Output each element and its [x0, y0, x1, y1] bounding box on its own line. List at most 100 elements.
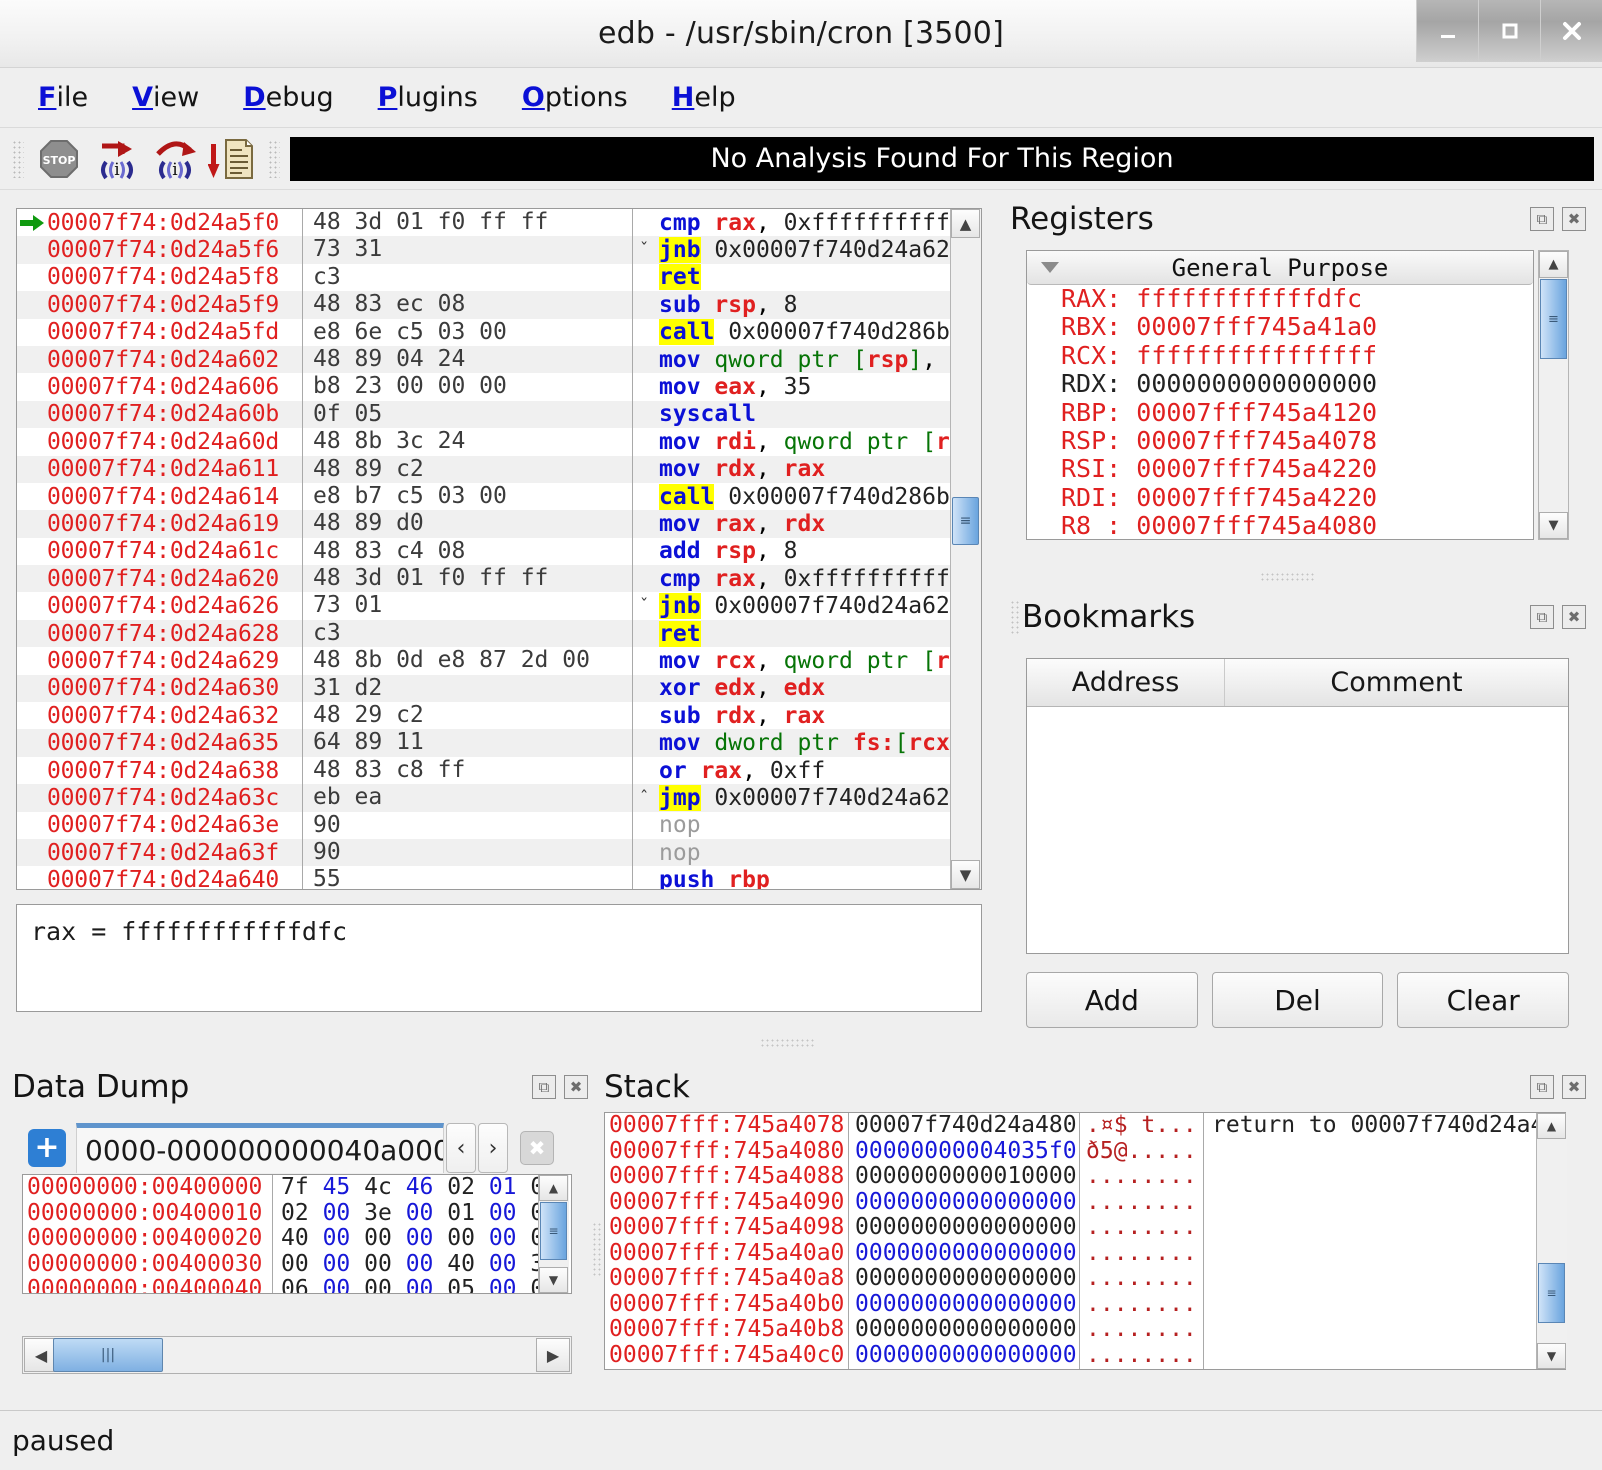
data-dump-scroll-up-icon[interactable]: ▲ — [539, 1175, 568, 1201]
disassembly-row[interactable]: 00007f74:0d24a60248 89 04 24mov qword pt… — [17, 346, 950, 373]
data-dump-hexview[interactable]: 00000000:0040000000000000:00400010000000… — [22, 1174, 572, 1294]
stack-row-value[interactable]: 0000000000000000 — [855, 1190, 1079, 1216]
stack-row-value[interactable]: 0000000000000000 — [855, 1317, 1079, 1343]
stack-scrollbar-thumb[interactable]: ≡ — [1538, 1263, 1565, 1323]
stack-row-value[interactable]: 0000000000000000 — [855, 1292, 1079, 1318]
close-button[interactable] — [1540, 0, 1602, 62]
scrollbar-thumb[interactable]: ≡ — [952, 497, 979, 545]
disassembly-row[interactable]: 00007f74:0d24a63f90nop — [17, 839, 950, 866]
disassembly-row[interactable]: 00007f74:0d24a606b8 23 00 00 00mov eax, … — [17, 373, 950, 400]
stack-splitter-grip[interactable] — [592, 1222, 602, 1278]
stack-scroll-up-icon[interactable]: ▲ — [1537, 1113, 1566, 1139]
stack-row-value[interactable]: 0000000000000000 — [855, 1215, 1079, 1241]
bookmarks-col-comment[interactable]: Comment — [1225, 659, 1568, 706]
bookmarks-grip[interactable] — [1010, 600, 1020, 634]
registers-list[interactable]: General Purpose RAX: ffffffffffffdfcRBX:… — [1026, 250, 1534, 540]
disassembly-row[interactable]: 00007f74:0d24a614e8 b7 c5 03 00call 0x00… — [17, 483, 950, 510]
panel-splitter-grip[interactable] — [1260, 572, 1316, 582]
stack-value-column[interactable]: 00007f740d24a48000000000004035f000000000… — [849, 1113, 1080, 1369]
data-dump-tab[interactable]: 0000-000000000040a000 — [76, 1123, 444, 1173]
menu-view[interactable]: View — [110, 78, 221, 117]
data-dump-scroll-down-icon[interactable]: ▼ — [539, 1267, 568, 1293]
register-row[interactable]: R8 : 00007fff745a4080 — [1027, 512, 1533, 540]
stack-row-value[interactable]: 0000000000000000 — [855, 1266, 1079, 1292]
register-row[interactable]: RDI: 00007fff745a4220 — [1027, 484, 1533, 512]
register-category-general-purpose[interactable]: General Purpose — [1027, 251, 1533, 285]
disassembly-scrollbar[interactable]: ▲ ≡ ▼ — [950, 209, 981, 889]
step-over-icon[interactable]: i — [146, 133, 204, 185]
disassembly-list[interactable]: 00007f74:0d24a5f048 3d 01 f0 ff ffcmp ra… — [17, 209, 950, 889]
bookmarks-col-address[interactable]: Address — [1027, 659, 1225, 706]
data-dump-row-bytes[interactable]: 7f 45 4c 46 02 01 01 — [281, 1175, 571, 1201]
disassembly-row[interactable]: 00007f74:0d24a61148 89 c2mov rdx, rax — [17, 456, 950, 483]
bookmark-add-button[interactable]: Add — [1026, 972, 1198, 1028]
disassembly-row[interactable]: 00007f74:0d24a63ceb eaˆjmp 0x00007f740d2… — [17, 784, 950, 811]
disassembly-row[interactable]: 00007f74:0d24a63564 89 11mov dword ptr f… — [17, 729, 950, 756]
data-dump-scrollbar[interactable]: ▲ ≡ ▼ — [538, 1175, 569, 1293]
minimize-button[interactable] — [1416, 0, 1478, 62]
data-dump-float-icon[interactable]: ⧉ — [532, 1075, 556, 1099]
menu-plugins[interactable]: Plugins — [356, 78, 500, 117]
stack-close-icon[interactable]: ✖ — [1562, 1075, 1586, 1099]
disassembly-row[interactable]: 00007f74:0d24a64055push rbp — [17, 866, 950, 889]
disassembly-row[interactable]: 00007f74:0d24a60b0f 05syscall — [17, 401, 950, 428]
register-row[interactable]: RSP: 00007fff745a4078 — [1027, 427, 1533, 455]
disassembly-row[interactable]: 00007f74:0d24a5f8c3ret — [17, 264, 950, 291]
stop-icon[interactable]: STOP — [30, 133, 88, 185]
run-to-line-icon[interactable] — [204, 133, 262, 185]
bookmarks-float-icon[interactable]: ⧉ — [1530, 605, 1554, 629]
disassembly-row[interactable]: 00007f74:0d24a63848 83 c8 ffor rax, 0xff — [17, 757, 950, 784]
disassembly-row[interactable]: 00007f74:0d24a5f948 83 ec 08sub rsp, 8 — [17, 291, 950, 318]
registers-float-icon[interactable]: ⧉ — [1530, 207, 1554, 231]
stack-scrollbar[interactable]: ▲ ≡ ▼ — [1536, 1113, 1567, 1369]
maximize-button[interactable] — [1478, 0, 1540, 62]
data-dump-hscrollbar-thumb[interactable]: ||| — [53, 1338, 163, 1372]
step-into-icon[interactable]: i — [88, 133, 146, 185]
stack-row-value[interactable]: 0000000000000000 — [855, 1343, 1079, 1369]
register-row[interactable]: RBX: 00007fff745a41a0 — [1027, 313, 1533, 341]
data-dump-prev-button[interactable]: ‹ — [446, 1123, 476, 1173]
data-dump-tab-close-icon[interactable]: ✖ — [520, 1131, 554, 1165]
disassembly-row[interactable]: 00007f74:0d24a628c3ret — [17, 620, 950, 647]
data-dump-scrollbar-thumb[interactable]: ≡ — [540, 1202, 567, 1260]
bookmarks-table[interactable]: Address Comment — [1026, 658, 1569, 954]
registers-close-icon[interactable]: ✖ — [1562, 207, 1586, 231]
stack-row-value[interactable]: 0000000000000000 — [855, 1241, 1079, 1267]
stack-view[interactable]: 00007fff:745a407800007fff:745a408000007f… — [604, 1112, 1566, 1370]
command-output-box[interactable]: rax = ffffffffffffdfc — [16, 904, 982, 1012]
banner-grip[interactable] — [268, 140, 280, 178]
disassembly-row[interactable]: 00007f74:0d24a62048 3d 01 f0 ff ffcmp ra… — [17, 565, 950, 592]
registers-scrollbar[interactable]: ▲ ≡ ▼ — [1538, 250, 1569, 540]
register-row[interactable]: RBP: 00007fff745a4120 — [1027, 399, 1533, 427]
menu-debug[interactable]: Debug — [221, 78, 355, 117]
scroll-up-icon[interactable]: ▲ — [951, 209, 980, 238]
data-dump-close-icon[interactable]: ✖ — [564, 1075, 588, 1099]
data-dump-next-button[interactable]: › — [478, 1123, 508, 1173]
stack-float-icon[interactable]: ⧉ — [1530, 1075, 1554, 1099]
disassembly-row[interactable]: 00007f74:0d24a63248 29 c2sub rdx, rax — [17, 702, 950, 729]
bookmark-del-button[interactable]: Del — [1212, 972, 1384, 1028]
disassembly-row[interactable]: 00007f74:0d24a5f048 3d 01 f0 ff ffcmp ra… — [17, 209, 950, 236]
disassembly-row[interactable]: 00007f74:0d24a61948 89 d0mov rax, rdx — [17, 510, 950, 537]
registers-scroll-up-icon[interactable]: ▲ — [1539, 251, 1568, 278]
registers-scrollbar-thumb[interactable]: ≡ — [1540, 279, 1567, 359]
scroll-down-icon[interactable]: ▼ — [951, 860, 980, 889]
stack-row-value[interactable]: 0000000000010000 — [855, 1164, 1079, 1190]
disassembly-row[interactable]: 00007f74:0d24a61c48 83 c4 08add rsp, 8 — [17, 538, 950, 565]
add-tab-button[interactable]: + — [28, 1129, 66, 1167]
bookmarks-close-icon[interactable]: ✖ — [1562, 605, 1586, 629]
register-row[interactable]: RDX: 0000000000000000 — [1027, 370, 1533, 398]
data-dump-row-bytes[interactable]: 40 00 00 00 00 00 00 — [281, 1226, 571, 1252]
data-dump-row-bytes[interactable]: 02 00 3e 00 01 00 00 — [281, 1201, 571, 1227]
stack-row-value[interactable]: 00007f740d24a480 — [855, 1113, 1079, 1139]
register-row[interactable]: RCX: ffffffffffffffff — [1027, 342, 1533, 370]
bookmark-clear-button[interactable]: Clear — [1397, 972, 1569, 1028]
register-row[interactable]: RAX: ffffffffffffdfc — [1027, 285, 1533, 313]
data-dump-row-bytes[interactable]: 06 00 00 00 05 00 00 — [281, 1277, 571, 1293]
disassembly-row[interactable]: 00007f74:0d24a5fde8 6e c5 03 00call 0x00… — [17, 319, 950, 346]
disassembly-row[interactable]: 00007f74:0d24a63031 d2xor edx, edx — [17, 675, 950, 702]
stack-row-value[interactable]: 00000000004035f0 — [855, 1139, 1079, 1165]
toolbar-grip[interactable] — [12, 140, 24, 178]
menu-options[interactable]: Options — [500, 78, 650, 117]
register-row[interactable]: RSI: 00007fff745a4220 — [1027, 455, 1533, 483]
